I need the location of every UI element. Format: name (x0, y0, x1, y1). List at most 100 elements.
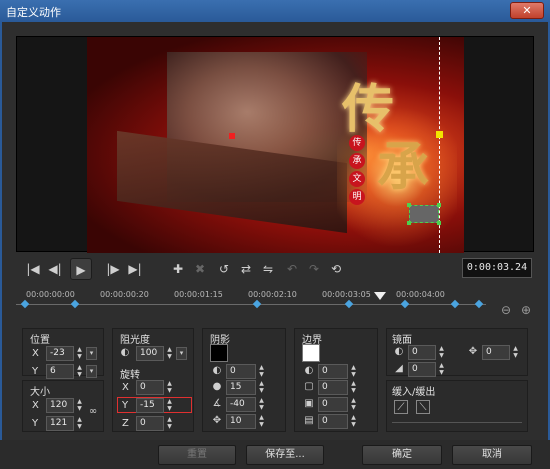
remove-keyframe-icon[interactable]: ✖ (190, 259, 210, 279)
shadow-opacity-stepper[interactable]: ▲ ▼ (257, 364, 266, 379)
go-start-icon[interactable]: |◀ (22, 258, 44, 280)
ok-button[interactable]: 确定 (362, 445, 442, 465)
title-char-2: 承 (377, 137, 430, 198)
mirror-fade-field[interactable]: 0 (408, 362, 436, 377)
border-width-stepper[interactable]: ▲ ▼ (349, 380, 358, 395)
rotation-x-label: X (122, 382, 129, 393)
prev-frame-icon[interactable]: ◀| (44, 258, 66, 280)
add-keyframe-icon[interactable]: ✚ (168, 259, 188, 279)
shadow-distance-field[interactable]: 10 (226, 414, 256, 429)
corner-handle[interactable] (407, 203, 411, 207)
center-marker[interactable] (229, 133, 235, 139)
ease-out-icon[interactable]: ⟍ (416, 400, 430, 414)
keyframe-marker[interactable] (70, 299, 80, 309)
shadow-angle-field[interactable]: -40 (226, 397, 256, 412)
timeline-ruler[interactable]: 00:00:00:00 00:00:00:20 00:00:01:15 00:0… (16, 288, 486, 316)
corner-handle[interactable] (437, 203, 441, 207)
time-tick: 00:00:04:00 (396, 290, 445, 299)
rotation-z-field[interactable]: 0 (136, 416, 164, 431)
mirror-offset-stepper[interactable]: ▲ ▼ (511, 345, 520, 360)
yellow-handle[interactable] (436, 131, 443, 138)
border-width-field[interactable]: 0 (318, 380, 348, 395)
position-x-stepper[interactable]: ▲ ▼ (75, 346, 84, 361)
reverse-keyframe-icon[interactable]: ↺ (214, 259, 234, 279)
time-tick: 00:00:00:20 (100, 290, 149, 299)
reset-button[interactable]: 重置 (158, 445, 236, 465)
shadow-blur-field[interactable]: 15 (226, 380, 256, 395)
keyframe-marker[interactable] (400, 299, 410, 309)
close-button[interactable]: ✕ (510, 2, 544, 19)
border-softness-icon: ▤ (304, 415, 314, 426)
time-tick: 00:00:00:00 (26, 290, 75, 299)
swap-icon[interactable]: ⇋ (258, 259, 278, 279)
shadow-angle-icon: ∡ (212, 398, 222, 409)
size-y-stepper[interactable]: ▲ ▼ (75, 416, 84, 431)
corner-handle[interactable] (437, 221, 441, 225)
zoom-out-icon[interactable]: ⊖ (498, 302, 514, 318)
border-opacity-stepper[interactable]: ▲ ▼ (349, 364, 358, 379)
position-y-stepper[interactable]: ▲ ▼ (75, 364, 84, 379)
position-x-menu[interactable]: ▾ (86, 347, 97, 360)
copy-keyframe-icon[interactable]: ⟲ (326, 259, 346, 279)
rotation-x-field[interactable]: 0 (136, 380, 164, 395)
opacity-label: 阻光度 (120, 335, 150, 346)
playhead[interactable] (374, 292, 386, 300)
shadow-angle-stepper[interactable]: ▲ ▼ (257, 397, 266, 412)
seal-char: 明 (349, 189, 365, 205)
opacity-menu[interactable]: ▾ (176, 347, 187, 360)
mirror-fade-stepper[interactable]: ▲ ▼ (437, 362, 446, 377)
play-button[interactable]: ▶ (70, 258, 92, 280)
border-softness-stepper[interactable]: ▲ ▼ (349, 414, 358, 429)
cancel-button[interactable]: 取消 (452, 445, 532, 465)
keyframe-marker[interactable] (474, 299, 484, 309)
mirror-opacity-field[interactable]: 0 (408, 345, 436, 360)
save-to-button[interactable]: 保存至... (246, 445, 324, 465)
prev-keyframe-icon[interactable]: ↶ (282, 259, 302, 279)
shadow-color-swatch[interactable] (210, 344, 228, 362)
flip-icon[interactable]: ⇄ (236, 259, 256, 279)
border-color-swatch[interactable] (302, 344, 320, 362)
size-x-stepper[interactable]: ▲ ▼ (75, 398, 84, 413)
keyframe-marker[interactable] (450, 299, 460, 309)
ease-in-icon[interactable]: ⟋ (394, 400, 408, 414)
rotation-y-field[interactable]: -15 (136, 398, 164, 413)
border-style-field[interactable]: 0 (318, 397, 348, 412)
border-style-stepper[interactable]: ▲ ▼ (349, 397, 358, 412)
shadow-blur-stepper[interactable]: ▲ ▼ (257, 380, 266, 395)
next-keyframe-icon[interactable]: ↷ (304, 259, 324, 279)
keyframe-marker[interactable] (344, 299, 354, 309)
opacity-field[interactable]: 100 (136, 346, 164, 361)
position-y-field[interactable]: 6 (46, 364, 74, 379)
timecode-display[interactable]: 0:00:03.24 (462, 258, 532, 278)
position-x-field[interactable]: -23 (46, 346, 74, 361)
seal-stamp: 传 承 文 明 (349, 135, 367, 207)
rotation-z-stepper[interactable]: ▲ ▼ (165, 416, 174, 431)
shadow-blur-icon: ● (212, 381, 222, 392)
corner-handle[interactable] (407, 221, 411, 225)
selection-box[interactable] (407, 203, 441, 225)
zoom-in-icon[interactable]: ⊕ (518, 302, 534, 318)
keyframe-marker[interactable] (20, 299, 30, 309)
shadow-distance-stepper[interactable]: ▲ ▼ (257, 414, 266, 429)
preview-panel: 传 承 传 承 文 明 (16, 36, 534, 253)
rotation-x-stepper[interactable]: ▲ ▼ (165, 380, 174, 395)
size-y-field[interactable]: 121 (46, 416, 74, 431)
preview-image[interactable]: 传 承 传 承 文 明 (87, 37, 464, 253)
opacity-stepper[interactable]: ▲ ▼ (165, 346, 174, 361)
keyframe-marker[interactable] (252, 299, 262, 309)
mirror-opacity-stepper[interactable]: ▲ ▼ (437, 345, 446, 360)
link-icon[interactable]: ∞ (86, 405, 100, 419)
shadow-opacity-field[interactable]: 0 (226, 364, 256, 379)
seal-char: 传 (349, 135, 365, 151)
size-x-field[interactable]: 120 (46, 398, 74, 413)
border-softness-field[interactable]: 0 (318, 414, 348, 429)
ease-slider-track[interactable] (392, 422, 522, 423)
mirror-offset-field[interactable]: 0 (482, 345, 510, 360)
position-y-menu[interactable]: ▾ (86, 365, 97, 378)
go-end-icon[interactable]: ▶| (124, 258, 146, 280)
border-opacity-field[interactable]: 0 (318, 364, 348, 379)
next-frame-icon[interactable]: |▶ (102, 258, 124, 280)
rotation-y-stepper[interactable]: ▲ ▼ (165, 398, 174, 413)
seal-char: 文 (349, 171, 365, 187)
time-tick: 00:00:01:15 (174, 290, 223, 299)
